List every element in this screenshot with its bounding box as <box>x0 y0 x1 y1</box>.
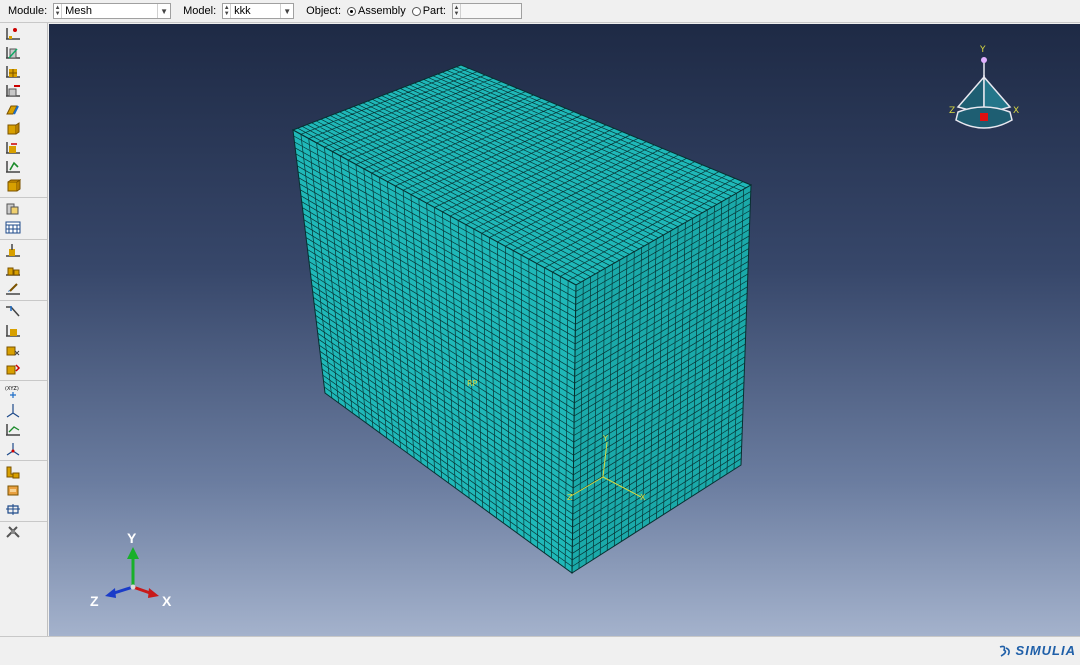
datum-plane-icon[interactable] <box>4 421 22 438</box>
toolbox-group-query <box>0 198 47 240</box>
toolbox-group-tools <box>0 522 47 544</box>
model-label: Model: <box>183 5 217 17</box>
part-select[interactable]: ▲ ▼ <box>451 3 522 19</box>
model-spinner[interactable]: ▲ ▼ <box>223 4 232 18</box>
mesh-part-icon[interactable] <box>4 63 22 80</box>
toolbox-group-partition <box>0 301 47 381</box>
partition-face-icon[interactable] <box>4 322 22 339</box>
replace-icon[interactable] <box>4 280 22 297</box>
toolbox-group-edit <box>0 240 47 301</box>
triad-z-label: Z <box>90 593 99 609</box>
chevron-down-icon[interactable]: ▼ <box>280 4 293 18</box>
mesh-associate-icon[interactable] <box>4 501 22 518</box>
compass-z-label: Z <box>949 106 955 116</box>
svg-text:Z: Z <box>567 493 573 502</box>
verify-mesh-icon[interactable] <box>4 139 22 156</box>
triad-x-label: X <box>162 593 172 609</box>
svg-text:Y: Y <box>602 434 608 443</box>
simulia-logo: SIMULIA <box>998 643 1076 658</box>
triad-y-label: Y <box>127 530 137 546</box>
assembly-radio[interactable]: Assembly <box>347 5 406 17</box>
toolbox-group-seed <box>0 23 47 198</box>
global-triad: Y Z X <box>90 530 172 609</box>
tools-icon[interactable] <box>4 524 22 541</box>
radio-unselected-icon[interactable] <box>411 6 421 16</box>
chevron-down-icon[interactable]: ▼ <box>157 4 170 18</box>
compass-x-label: X <box>1013 106 1019 116</box>
model-select[interactable]: ▲ ▼ kkk ▼ <box>222 3 295 19</box>
status-bar: SIMULIA <box>0 636 1080 665</box>
create-display-group-icon[interactable] <box>4 261 22 278</box>
model-value: kkk <box>234 5 251 17</box>
context-bar: Module: ▲ ▼ Mesh ▼ Model: ▲ ▼ kkk ▼ Object… <box>0 0 1080 23</box>
toolbox-group-datum: (XYZ) <box>0 381 47 461</box>
partition-icon[interactable] <box>4 158 22 175</box>
module-label: Module: <box>8 5 48 17</box>
svg-text:(XYZ): (XYZ) <box>5 386 19 392</box>
partition-edge-icon[interactable] <box>4 341 22 358</box>
object-label: Object: <box>306 5 342 17</box>
part-radio[interactable]: Part: <box>411 5 446 17</box>
svg-text:RP: RP <box>467 379 478 388</box>
create-datum-axis-icon[interactable] <box>4 402 22 419</box>
partition-cell-icon[interactable] <box>4 303 22 320</box>
mesh-controls-icon[interactable] <box>4 101 22 118</box>
compass-y-label: Y <box>979 45 986 55</box>
mesh-region-icon[interactable] <box>4 219 22 236</box>
assembly-instance-icon[interactable] <box>4 463 22 480</box>
assembly-merge-icon[interactable] <box>4 482 22 499</box>
seed-part-icon[interactable] <box>4 25 22 42</box>
datum-csys-icon[interactable] <box>4 440 22 457</box>
partition-extrude-icon[interactable] <box>4 360 22 377</box>
part-label: Part: <box>422 5 446 17</box>
element-type-icon[interactable] <box>4 120 22 137</box>
radio-selected-icon[interactable] <box>347 6 357 16</box>
virtual-topology-icon[interactable] <box>4 177 22 194</box>
brand-text: SIMULIA <box>1015 643 1076 658</box>
3ds-logo-icon <box>999 645 1010 657</box>
delete-mesh-icon[interactable] <box>4 82 22 99</box>
viewport-canvas[interactable]: Y X Z RP Y Z X Y Z X <box>49 24 1080 636</box>
mesh-box[interactable] <box>291 64 753 574</box>
part-spinner[interactable]: ▲ ▼ <box>453 4 461 18</box>
module-spinner[interactable]: ▲ ▼ <box>54 4 63 18</box>
query-icon[interactable] <box>4 200 22 217</box>
module-select[interactable]: ▲ ▼ Mesh ▼ <box>53 3 172 19</box>
mesh-toolbox: (XYZ) <box>0 23 48 636</box>
view-compass[interactable]: Y Z X <box>949 45 1019 129</box>
toolbox-group-assembly <box>0 461 47 522</box>
svg-text:X: X <box>640 493 646 502</box>
edit-mesh-icon[interactable] <box>4 242 22 259</box>
create-datum-point-icon[interactable]: (XYZ) <box>4 383 22 400</box>
module-value: Mesh <box>65 5 93 17</box>
seed-edge-icon[interactable] <box>4 44 22 61</box>
assembly-label: Assembly <box>358 5 406 17</box>
mesh-model-view[interactable]: Y X Z RP Y Z X Y Z X <box>49 24 1080 636</box>
